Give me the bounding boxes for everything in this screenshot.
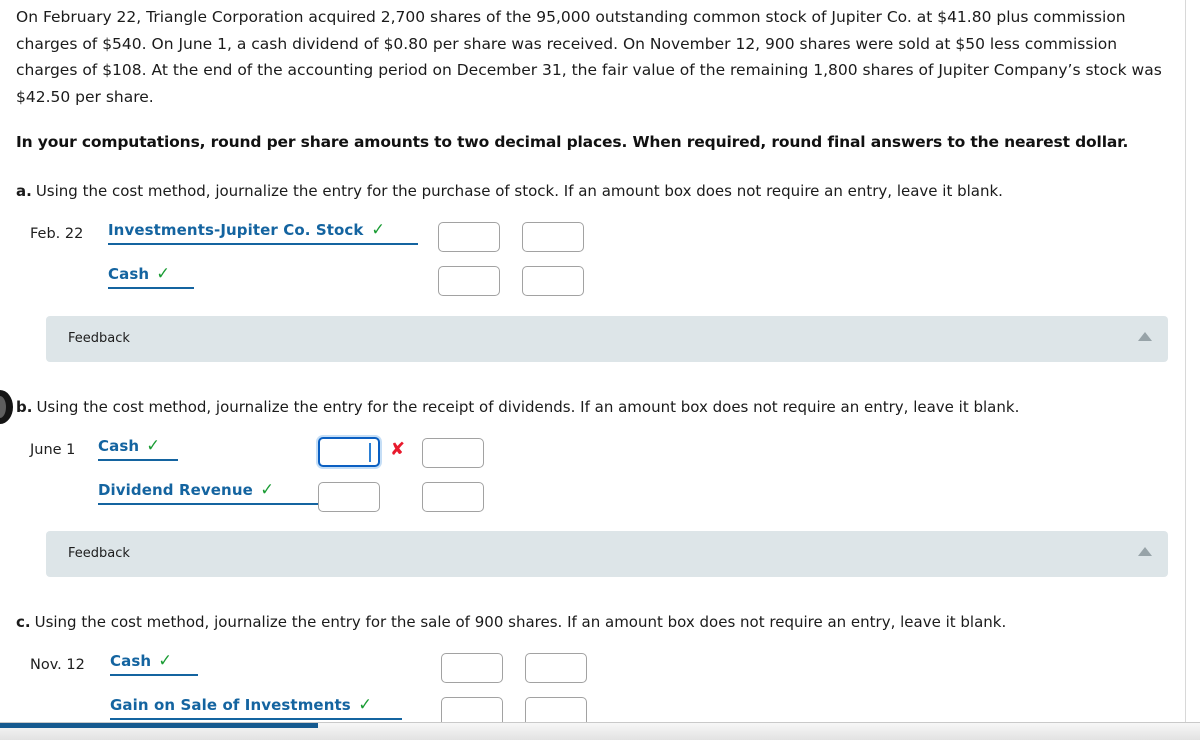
account-label: Cash (110, 652, 152, 670)
credit-input[interactable] (525, 653, 587, 683)
account-label: Cash (108, 265, 150, 283)
account-label: Gain on Sale of Investments (110, 696, 351, 714)
credit-input[interactable] (522, 222, 584, 252)
exercise-page: On February 22, Triangle Corporation acq… (0, 0, 1186, 722)
debit-input[interactable] (438, 266, 500, 296)
feedback-label: Feedback (68, 331, 130, 346)
question-b: b. Using the cost method, journalize the … (16, 396, 1019, 418)
question-a: a. Using the cost method, journalize the … (16, 180, 1003, 202)
rounding-instructions: In your computations, round per share am… (16, 133, 1129, 151)
credit-input[interactable] (422, 482, 484, 512)
feedback-panel-a[interactable]: Feedback (46, 316, 1168, 362)
question-b-letter: b. (16, 398, 33, 416)
problem-statement: On February 22, Triangle Corporation acq… (16, 8, 1162, 106)
correct-check-icon: ✓ (158, 651, 173, 671)
account-select-cash[interactable]: Cash ✓ (110, 651, 198, 676)
question-b-prompt: Using the cost method, journalize the en… (36, 398, 1020, 416)
account-select-cash[interactable]: Cash ✓ (98, 436, 178, 461)
collapse-caret-icon[interactable] (1138, 547, 1152, 556)
credit-input[interactable] (422, 438, 484, 468)
correct-check-icon: ✓ (146, 436, 161, 456)
question-c-prompt: Using the cost method, journalize the en… (34, 613, 1007, 631)
incorrect-x-icon: ✘ (390, 439, 406, 460)
text-caret (369, 443, 371, 462)
entry-date: Nov. 12 (30, 657, 85, 673)
feedback-label: Feedback (68, 546, 130, 561)
feedback-panel-b[interactable]: Feedback (46, 531, 1168, 577)
account-label: Cash (98, 437, 140, 455)
credit-input[interactable] (525, 697, 587, 722)
account-label: Investments-Jupiter Co. Stock (108, 221, 364, 239)
entry-date: Feb. 22 (30, 226, 84, 242)
question-a-letter: a. (16, 182, 32, 200)
correct-check-icon: ✓ (156, 264, 171, 284)
content-right-divider (1185, 0, 1186, 722)
debit-input[interactable] (441, 697, 503, 722)
correct-check-icon: ✓ (260, 480, 274, 500)
debit-input-focused[interactable] (318, 437, 380, 467)
credit-input[interactable] (522, 266, 584, 296)
debit-input[interactable] (438, 222, 500, 252)
account-label: Dividend Revenue (98, 481, 253, 499)
account-select-dividend-revenue[interactable]: Dividend Revenue ✓ (98, 480, 326, 505)
correct-check-icon: ✓ (370, 220, 385, 240)
account-select-cash[interactable]: Cash ✓ (108, 264, 194, 289)
debit-input[interactable] (441, 653, 503, 683)
account-select-gain-on-sale[interactable]: Gain on Sale of Investments ✓ (110, 695, 402, 720)
collapse-caret-icon[interactable] (1138, 332, 1152, 341)
question-c: c. Using the cost method, journalize the … (16, 611, 1006, 633)
question-a-prompt: Using the cost method, journalize the en… (35, 182, 1003, 200)
debit-input[interactable] (318, 482, 380, 512)
horizontal-scrollbar-thumb[interactable] (0, 723, 318, 728)
question-c-letter: c. (16, 613, 31, 631)
account-select-investments[interactable]: Investments-Jupiter Co. Stock ✓ (108, 220, 418, 245)
correct-check-icon: ✓ (358, 695, 372, 715)
bottom-filler (0, 740, 1200, 746)
entry-date: June 1 (30, 442, 76, 458)
